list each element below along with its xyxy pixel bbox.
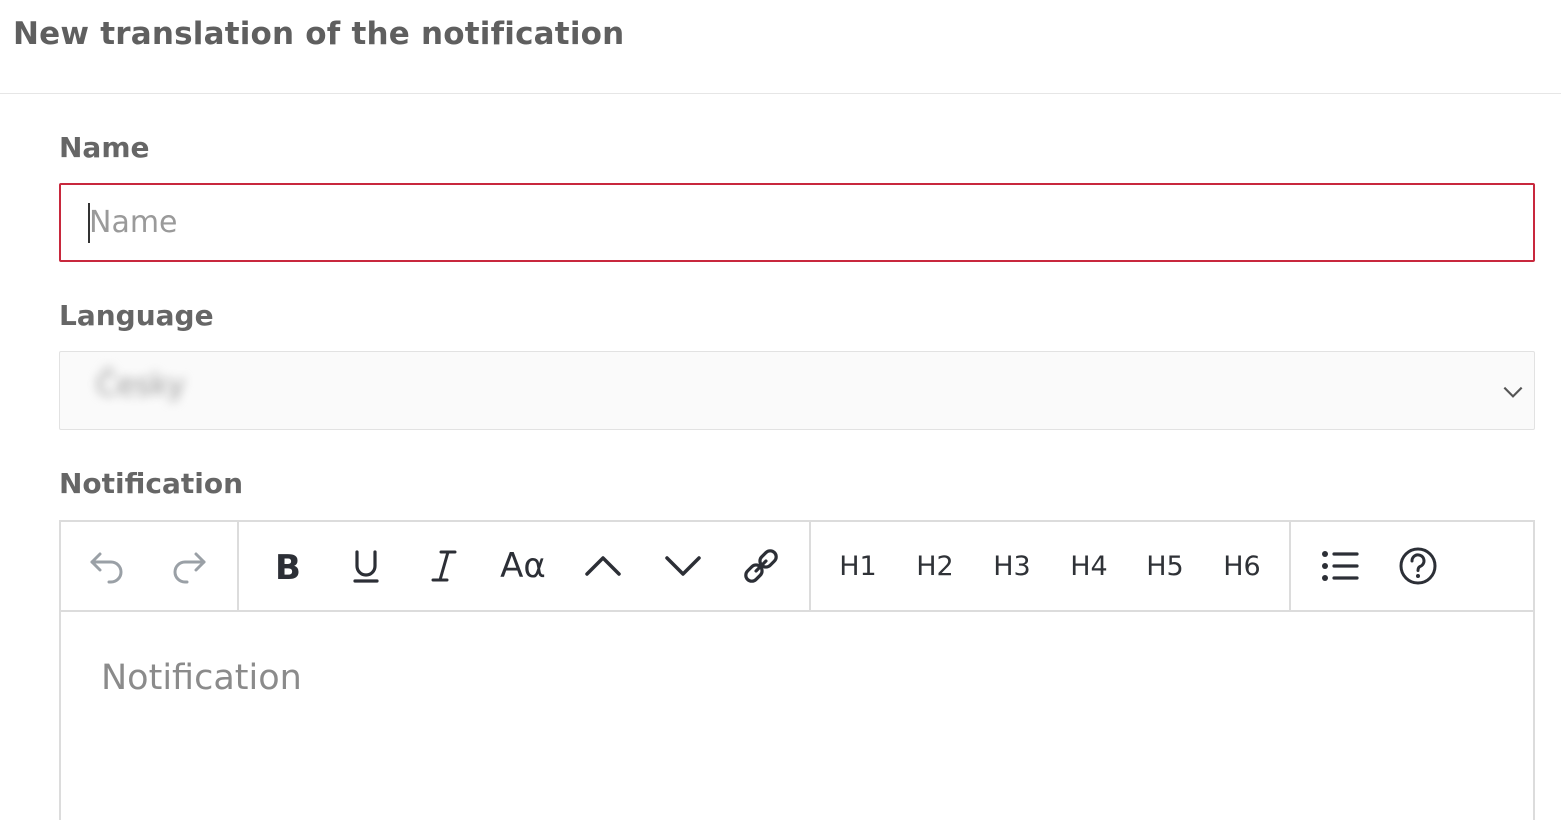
chevron-down-icon [665,556,701,576]
heading-6-button[interactable]: H6 [1212,536,1272,596]
italic-button[interactable] [414,536,474,596]
text-caret [88,203,90,243]
undo-button[interactable] [77,536,137,596]
notification-label: Notification [59,467,244,500]
redo-button[interactable] [159,536,219,596]
chevron-down-icon [1503,386,1523,398]
language-selected-value: Česky [96,368,186,403]
editor-toolbar: B Aα H1 H2 H3 H4 H5 H6 [61,522,1533,612]
heading-3-label: H3 [993,550,1031,582]
redo-icon [173,552,206,584]
heading-1-button[interactable]: H1 [828,536,888,596]
font-size-button[interactable]: Aα [493,536,553,596]
page-title: New translation of the notification [13,16,625,52]
underline-icon [353,550,379,583]
undo-icon [90,552,123,584]
heading-5-label: H5 [1146,550,1184,582]
heading-2-button[interactable]: H2 [905,536,965,596]
link-icon [744,549,778,583]
language-label: Language [59,299,214,332]
help-button[interactable] [1388,536,1448,596]
editor-content-area[interactable]: Notification [61,612,1533,822]
help-icon [1399,547,1437,585]
toolbar-divider [1289,522,1291,610]
name-label: Name [59,131,150,164]
language-select[interactable]: Česky [59,351,1535,430]
toolbar-divider [237,522,239,610]
bold-button[interactable]: B [257,536,317,596]
rich-text-editor: B Aα H1 H2 H3 H4 H5 H6 Notification [59,520,1535,820]
heading-4-button[interactable]: H4 [1059,536,1119,596]
bold-icon: B [275,548,301,586]
heading-1-label: H1 [839,550,877,582]
heading-5-button[interactable]: H5 [1135,536,1195,596]
bullet-list-button[interactable] [1310,536,1370,596]
subscript-button[interactable] [653,536,713,596]
font-size-icon: Aα [500,546,546,586]
name-input[interactable] [59,183,1535,262]
editor-placeholder: Notification [101,658,302,698]
heading-6-label: H6 [1223,550,1261,582]
superscript-button[interactable] [573,536,633,596]
link-button[interactable] [731,536,791,596]
svg-text:B: B [275,548,301,586]
bullet-list-icon [1322,551,1359,581]
underline-button[interactable] [336,536,396,596]
heading-3-button[interactable]: H3 [982,536,1042,596]
toolbar-divider [809,522,811,610]
heading-4-label: H4 [1070,550,1108,582]
dialog-header: New translation of the notification [0,0,1561,94]
heading-2-label: H2 [916,550,954,582]
italic-icon [431,550,457,582]
chevron-up-icon [585,556,621,576]
